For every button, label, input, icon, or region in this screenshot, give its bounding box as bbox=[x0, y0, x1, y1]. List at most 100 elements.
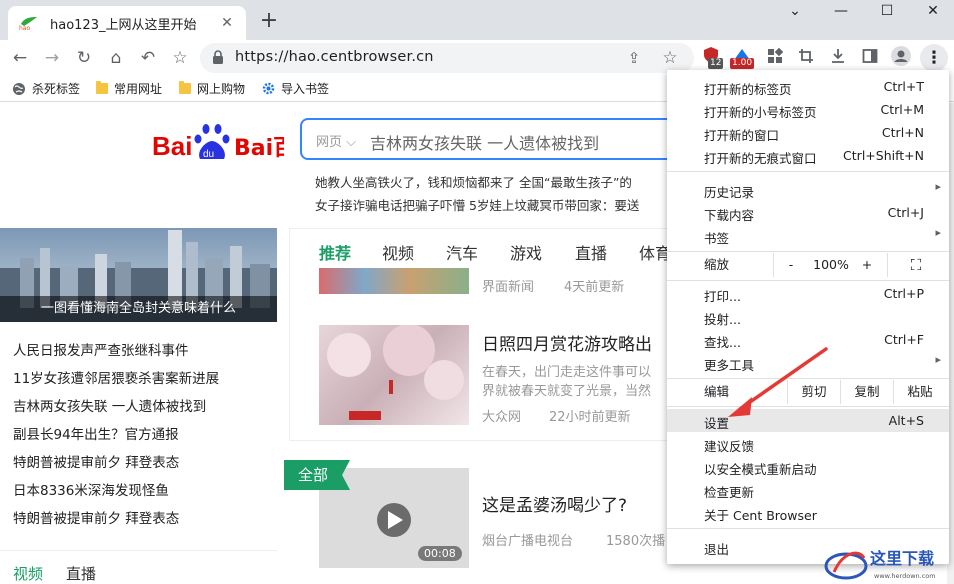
extension-badge: 12 bbox=[708, 58, 724, 69]
article-title[interactable]: 日照四月赏花游攻略出 bbox=[482, 330, 652, 355]
copy-button[interactable]: 复制 bbox=[841, 380, 893, 404]
news-link[interactable]: 日本8336米深海发现怪鱼 bbox=[13, 479, 169, 499]
hot-search-row[interactable]: 她教人坐高铁火了，钱和烦恼都来了 全国“最敢生孩子”的 bbox=[315, 172, 632, 191]
search-input[interactable]: 吉林两女孩失联 一人遗体被找到 bbox=[370, 130, 599, 154]
news-link[interactable]: 副县长94年出生？官方通报 bbox=[13, 423, 179, 443]
news-link[interactable]: 特朗普被提审前夕 拜登表态 bbox=[13, 507, 179, 527]
menu-new-tab[interactable]: 打开新的标签页 Ctrl+T bbox=[667, 75, 949, 98]
menu-new-incognito[interactable]: 打开新的无痕式窗口 Ctrl+Shift+N bbox=[667, 144, 949, 167]
menu-cast[interactable]: 投射... bbox=[667, 305, 949, 328]
divider bbox=[773, 253, 774, 277]
home-icon[interactable]: ⌂ bbox=[102, 44, 130, 72]
tab-close-icon[interactable]: ✕ bbox=[218, 15, 236, 31]
bookmark-label: 网上购物 bbox=[197, 82, 246, 96]
side-panel-icon[interactable] bbox=[862, 48, 886, 72]
menu-feedback[interactable]: 建议反馈 bbox=[667, 432, 949, 455]
minimize-button[interactable]: — bbox=[818, 0, 864, 24]
cut-button[interactable]: 剪切 bbox=[788, 380, 840, 404]
zoom-label: 缩放 bbox=[704, 257, 730, 272]
news-link[interactable]: 吉林两女孩失联 一人遗体被找到 bbox=[13, 395, 206, 415]
speed-extension-icon[interactable]: 1.00 bbox=[730, 46, 756, 70]
zoom-in-button[interactable]: + bbox=[857, 253, 877, 277]
menu-separator bbox=[667, 528, 949, 529]
zoom-level: 100% bbox=[813, 257, 849, 272]
share-icon[interactable]: ⇪ bbox=[620, 44, 648, 72]
paste-button[interactable]: 粘贴 bbox=[894, 380, 946, 404]
article-thumbnail[interactable] bbox=[319, 268, 469, 294]
baidu-logo[interactable]: Bai du Bai百度 bbox=[152, 121, 284, 161]
menu-edit-row: 编辑 剪切 复制 粘贴 bbox=[667, 380, 949, 404]
menu-new-alt-tab[interactable]: 打开新的小号标签页 Ctrl+M bbox=[667, 98, 949, 121]
menu-zoom-row: 缩放 - 100% + ⛶ bbox=[667, 253, 949, 277]
hero-image[interactable]: 一图看懂海南全岛封关意味着什么 bbox=[0, 228, 277, 322]
bookmark-common-sites[interactable]: 常用网址 bbox=[96, 80, 162, 97]
tab-live[interactable]: 直播 bbox=[66, 563, 96, 584]
crop-screenshot-icon[interactable] bbox=[798, 48, 822, 72]
back-icon[interactable]: ← bbox=[6, 44, 34, 72]
menu-new-window[interactable]: 打开新的窗口 Ctrl+N bbox=[667, 121, 949, 144]
menu-about[interactable]: 关于 Cent Browser bbox=[667, 501, 949, 524]
extensions-icon[interactable] bbox=[767, 47, 791, 72]
watermark-text: 这里下载 bbox=[870, 549, 934, 568]
article-thumbnail[interactable] bbox=[319, 324, 469, 425]
forward-icon[interactable]: → bbox=[38, 44, 66, 72]
bookmark-kill-tabs[interactable]: 杀死标签 bbox=[12, 80, 80, 97]
hero-caption: 一图看懂海南全岛封关意味着什么 bbox=[0, 296, 277, 322]
new-tab-button[interactable]: + bbox=[256, 8, 282, 34]
menu-downloads[interactable]: 下载内容 Ctrl+J bbox=[667, 201, 949, 224]
menu-find[interactable]: 查找... Ctrl+F bbox=[667, 328, 949, 351]
news-link[interactable]: 11岁女孩遭邻居猥亵杀害案新进展 bbox=[13, 367, 219, 387]
tab-video[interactable]: 视频 bbox=[13, 563, 43, 584]
browser-tab[interactable]: hao hao123_上网从这里开始 ✕ bbox=[8, 6, 246, 40]
menu-settings[interactable]: 设置 Alt+S bbox=[667, 409, 949, 432]
left-news-column: 一图看懂海南全岛封关意味着什么 人民日报发声严查张继科事件 11岁女孩遭邻居猥亵… bbox=[0, 228, 277, 584]
feed-tab-live[interactable]: 直播 bbox=[575, 240, 607, 264]
menu-separator bbox=[667, 378, 949, 379]
news-link[interactable]: 人民日报发声严查张继科事件 bbox=[13, 339, 189, 359]
all-tag[interactable]: 全部 bbox=[284, 460, 350, 490]
menu-separator bbox=[667, 171, 949, 172]
fullscreen-icon[interactable]: ⛶ bbox=[903, 253, 929, 277]
folder-icon bbox=[96, 81, 108, 94]
url-text[interactable]: https://hao.centbrowser.cn bbox=[235, 49, 434, 65]
menu-safe-restart[interactable]: 以安全模式重新启动 bbox=[667, 455, 949, 478]
zoom-out-button[interactable]: - bbox=[781, 253, 801, 277]
download-icon[interactable] bbox=[830, 48, 854, 72]
undo-close-tab-icon[interactable]: ↶ bbox=[134, 44, 162, 72]
menu-more-tools[interactable]: 更多工具 ▸ bbox=[667, 351, 949, 374]
article-summary: 在春天，出门走走这件事可以 bbox=[482, 365, 652, 380]
news-link[interactable]: 特朗普被提审前夕 拜登表态 bbox=[13, 451, 179, 471]
menu-bookmarks[interactable]: 书签 ▸ bbox=[667, 224, 949, 247]
bookmark-star-icon[interactable]: ☆ bbox=[656, 44, 684, 72]
address-bar[interactable]: https://hao.centbrowser.cn ⇪ ☆ bbox=[200, 43, 694, 73]
feed-tab-video[interactable]: 视频 bbox=[382, 240, 414, 264]
menu-print[interactable]: 打印... Ctrl+P bbox=[667, 282, 949, 305]
tab-title: hao123_上网从这里开始 bbox=[50, 17, 197, 33]
close-window-button[interactable]: ✕ bbox=[910, 0, 954, 24]
menu-check-update[interactable]: 检查更新 bbox=[667, 478, 949, 501]
maximize-button[interactable]: ☐ bbox=[864, 0, 910, 24]
profile-avatar[interactable] bbox=[891, 46, 915, 70]
feed-tab-recommend[interactable]: 推荐 bbox=[319, 240, 351, 264]
lock-icon[interactable] bbox=[212, 50, 224, 64]
gear-icon bbox=[262, 82, 275, 95]
hot-search-row[interactable]: 女子接诈骗电话把骗子吓懵 5岁娃上坟藏冥币带回家：要送 bbox=[315, 195, 639, 214]
search-category-dropdown[interactable]: 网页 ⌵ bbox=[316, 131, 356, 150]
feed-tab-auto[interactable]: 汽车 bbox=[446, 240, 478, 264]
menu-separator bbox=[667, 251, 949, 252]
star-icon[interactable]: ☆ bbox=[166, 44, 194, 72]
adblock-extension-icon[interactable]: 12 bbox=[702, 46, 726, 70]
bookmark-import[interactable]: 导入书签 bbox=[262, 80, 329, 97]
title-bar: hao hao123_上网从这里开始 ✕ + ⌄ — ☐ ✕ bbox=[0, 0, 954, 40]
menu-history[interactable]: 历史记录 ▸ bbox=[667, 178, 949, 201]
menu-button[interactable]: ⋮ bbox=[920, 44, 948, 72]
bookmark-shopping[interactable]: 网上购物 bbox=[179, 80, 245, 97]
reload-icon[interactable]: ↻ bbox=[70, 44, 98, 72]
article-title[interactable]: 这是孟婆汤喝少了? bbox=[482, 491, 627, 516]
tab-search-icon[interactable]: ⌄ bbox=[772, 0, 818, 24]
globe-icon bbox=[13, 82, 25, 95]
baidu-search-box[interactable]: 网页 ⌵ 吉林两女孩失联 一人遗体被找到 bbox=[300, 118, 680, 160]
article-time: 4天前更新 bbox=[564, 280, 625, 295]
bookmark-label: 杀死标签 bbox=[32, 82, 81, 96]
feed-tab-games[interactable]: 游戏 bbox=[510, 240, 542, 264]
